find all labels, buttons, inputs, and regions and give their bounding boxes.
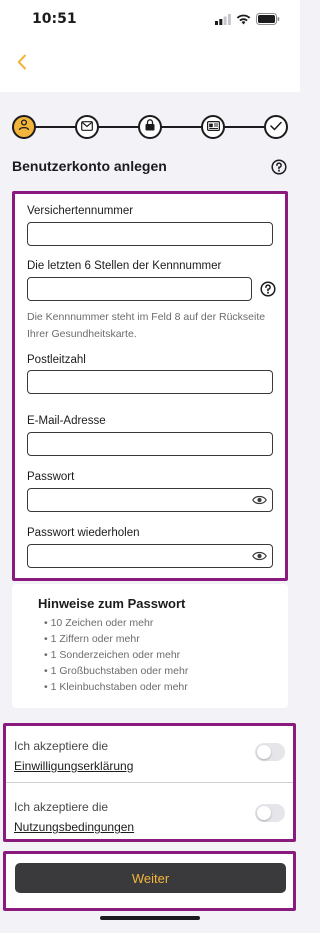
nutzungsbedingungen-link[interactable]: Nutzungsbedingungen [14,817,134,837]
password-input[interactable] [27,488,273,512]
nutzungsbedingungen-toggle[interactable] [255,804,285,822]
nav-bar [0,40,300,92]
help-circle-icon[interactable] [270,158,288,176]
password-hint-item: • 1 Sonderzeichen oder mehr [44,649,181,661]
password-hint-item: • 10 Zeichen oder mehr [44,617,154,629]
consent-prefix: Ich akzeptiere die [14,800,109,814]
step-1-account [12,115,36,139]
step-5-confirm [264,115,288,139]
password-hint-item: • 1 Großbuchstaben oder mehr [44,665,189,677]
show-password-repeat-eye-icon[interactable] [251,548,267,564]
kennnummer-input[interactable] [27,277,252,301]
consent-row-einwilligung: Ich akzeptiere die Einwilligungserklärun… [6,726,293,781]
einwilligungserklaerung-link[interactable]: Einwilligungserklärung [14,756,133,776]
step-2-email [75,115,99,139]
chevron-left-icon [17,54,27,75]
consent-section: Ich akzeptiere die Einwilligungserklärun… [3,723,296,842]
password-hint-item: • 1 Ziffern oder mehr [44,633,140,645]
password-hints: Hinweise zum Passwort • 10 Zeichen oder … [12,584,288,708]
kennnummer-hint: Die Kennnummer steht im Feld 8 auf der R… [27,311,266,340]
field-label-kennnummer: Die letzten 6 Stellen der Kennnummer [27,260,222,272]
field-label-passwort-wiederholen: Passwort wiederholen [27,527,140,539]
consent-prefix: Ich akzeptiere die [14,739,109,753]
password-hint-item: • 1 Kleinbuchstaben oder mehr [44,681,188,693]
progress-stepper [12,112,288,142]
consent-text: Ich akzeptiere die Nutzungsbedingungen [14,797,134,837]
battery-icon [256,12,280,30]
registration-form: Versichertennummer Die letzten 6 Stellen… [12,191,288,581]
lock-icon [145,118,155,136]
status-time: 10:51 [32,11,77,27]
consent-text: Ich akzeptiere die Einwilligungserklärun… [14,736,133,776]
weiter-button[interactable]: Weiter [15,863,286,893]
user-icon [18,118,30,136]
id-card-icon [206,118,220,136]
versichertennummer-input[interactable] [27,222,273,246]
signal-icon [215,12,231,30]
step-3-password [138,115,162,139]
check-icon [270,118,282,136]
field-label-postleitzahl: Postleitzahl [27,354,86,366]
password-hints-list: • 10 Zeichen oder mehr • 1 Ziffern oder … [44,615,188,695]
consent-divider [6,782,293,783]
home-indicator [100,916,200,920]
footer: Weiter [3,851,296,911]
show-password-eye-icon[interactable] [251,492,267,508]
step-4-id-card [201,115,225,139]
page-title: Benutzerkonto anlegen [12,158,167,174]
kennnummer-help-icon[interactable] [259,280,277,298]
status-icons [215,12,280,30]
password-repeat-input[interactable] [27,544,273,568]
postleitzahl-input[interactable] [27,370,273,394]
toggle-knob [257,745,271,759]
email-input[interactable] [27,432,273,456]
einwilligung-toggle[interactable] [255,743,285,761]
field-label-versichertennummer: Versichertennummer [27,205,134,217]
back-button[interactable] [10,52,34,76]
field-label-passwort: Passwort [27,471,75,483]
password-hints-title: Hinweise zum Passwort [38,596,186,611]
consent-row-nutzungsbedingungen: Ich akzeptiere die Nutzungsbedingungen [6,787,293,842]
status-bar: 10:51 [0,0,300,40]
mail-icon [81,118,93,136]
field-label-email: E-Mail-Adresse [27,415,106,427]
wifi-icon [236,12,251,30]
toggle-knob [257,806,271,820]
